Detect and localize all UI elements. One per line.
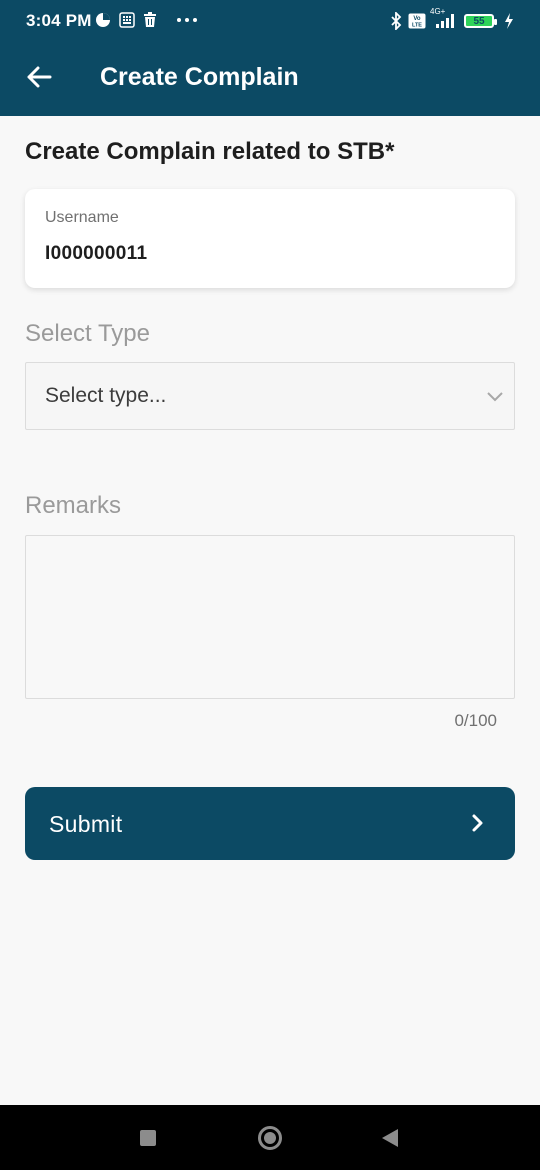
remarks-counter: 0/100 xyxy=(454,711,497,730)
remarks-textarea[interactable] xyxy=(25,535,515,699)
status-time: 3:04 PM xyxy=(26,11,92,30)
battery-icon: 55 xyxy=(464,14,497,28)
recent-apps-button[interactable] xyxy=(140,1130,156,1146)
calculator-icon xyxy=(119,12,135,28)
network-type-label: 4G+ xyxy=(430,7,446,16)
type-select-value: Select type... xyxy=(45,384,167,407)
submit-button[interactable]: Submit xyxy=(25,787,515,860)
app-bar: Create Complain xyxy=(0,42,540,116)
signal-icon: 4G+ xyxy=(430,7,458,29)
system-nav-bar xyxy=(0,1105,540,1170)
type-label: Select Type xyxy=(25,320,150,347)
back-button[interactable] xyxy=(22,62,56,96)
username-value: I000000011 xyxy=(45,243,148,264)
data-saver-icon xyxy=(95,12,111,28)
status-bar: 3:04 PM Vo LTE 4G+ 55 xyxy=(0,0,540,42)
home-button[interactable] xyxy=(258,1126,282,1150)
chevron-down-icon xyxy=(486,387,504,410)
trash-icon xyxy=(143,12,157,28)
volte-icon: Vo LTE xyxy=(408,13,426,29)
submit-label: Submit xyxy=(49,811,123,837)
bluetooth-icon xyxy=(390,12,402,30)
page-title: Create Complain xyxy=(100,63,299,91)
back-arrow-icon xyxy=(26,66,52,93)
username-card: Username I000000011 xyxy=(25,189,515,288)
status-icons-right: Vo LTE 4G+ 55 xyxy=(390,7,514,30)
username-label: Username xyxy=(45,209,119,226)
type-select[interactable]: Select type... xyxy=(25,362,515,430)
status-icons-left xyxy=(95,12,197,28)
system-back-button[interactable] xyxy=(382,1129,398,1147)
svg-text:Vo: Vo xyxy=(413,16,421,22)
svg-text:LTE: LTE xyxy=(412,23,422,29)
remarks-label: Remarks xyxy=(25,492,122,519)
more-dots-icon xyxy=(177,18,197,22)
chevron-right-icon xyxy=(471,813,485,838)
charging-icon xyxy=(504,13,514,29)
section-title: Create Complain related to STB* xyxy=(25,138,395,165)
